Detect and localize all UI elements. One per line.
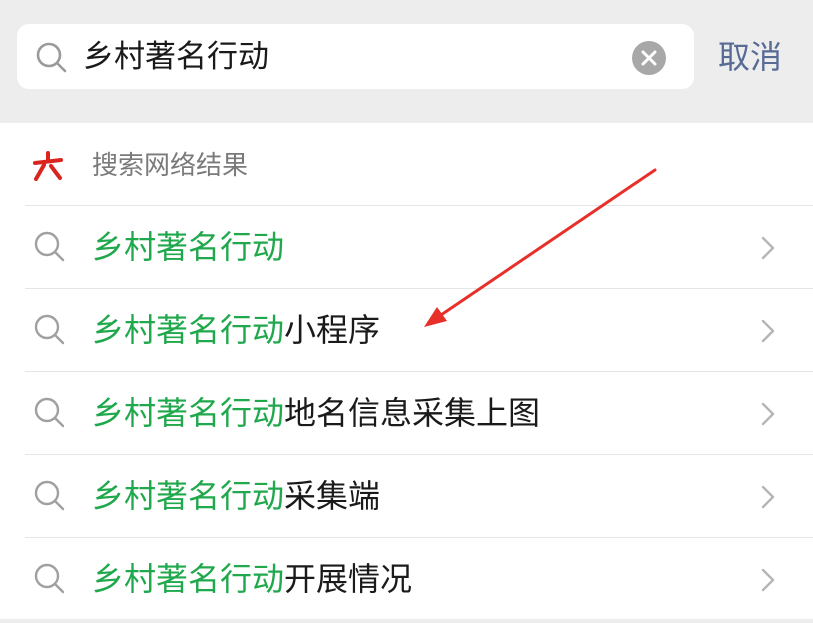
- result-highlight: 乡村著名行动: [92, 228, 285, 266]
- search-icon: [34, 397, 65, 428]
- search-input[interactable]: 乡村著名行动: [83, 31, 269, 83]
- result-text: 乡村著名行动地名信息采集上图: [92, 387, 540, 439]
- cancel-button[interactable]: 取消: [718, 31, 782, 83]
- bottom-strip: [0, 619, 813, 623]
- search-bar-area: 乡村著名行动 取消: [0, 0, 813, 123]
- result-rest: 采集端: [284, 477, 381, 515]
- result-item[interactable]: 乡村著名行动开展情况: [0, 538, 813, 620]
- result-item[interactable]: 乡村著名行动采集端: [0, 455, 813, 537]
- result-item[interactable]: 乡村著名行动: [0, 206, 813, 288]
- search-results: 搜索网络结果 乡村著名行动 乡村著名行动小程序 乡村著名行动地名信息采集上图 乡…: [0, 123, 813, 623]
- chevron-right-icon: [761, 485, 775, 509]
- brand-icon: [33, 151, 63, 181]
- chevron-right-icon: [761, 236, 775, 260]
- result-highlight: 乡村著名行动: [92, 560, 285, 598]
- search-icon: [34, 563, 65, 594]
- result-highlight: 乡村著名行动: [92, 477, 285, 515]
- section-title: 搜索网络结果: [92, 151, 249, 181]
- result-item[interactable]: 乡村著名行动小程序: [0, 289, 813, 371]
- result-rest: 小程序: [284, 311, 381, 349]
- result-text: 乡村著名行动采集端: [92, 470, 380, 522]
- section-header: 搜索网络结果: [0, 123, 813, 206]
- result-text: 乡村著名行动开展情况: [92, 553, 412, 605]
- chevron-right-icon: [761, 402, 775, 426]
- result-item[interactable]: 乡村著名行动地名信息采集上图: [0, 372, 813, 454]
- search-icon: [36, 42, 67, 73]
- chevron-right-icon: [761, 568, 775, 592]
- result-highlight: 乡村著名行动: [92, 394, 285, 432]
- search-icon: [34, 314, 65, 345]
- clear-icon[interactable]: [631, 40, 667, 76]
- search-icon: [34, 480, 65, 511]
- result-text: 乡村著名行动: [92, 221, 284, 273]
- search-icon: [34, 231, 65, 262]
- result-rest: 地名信息采集上图: [284, 394, 541, 432]
- result-highlight: 乡村著名行动: [92, 311, 285, 349]
- result-rest: 开展情况: [284, 560, 413, 598]
- chevron-right-icon: [761, 319, 775, 343]
- result-text: 乡村著名行动小程序: [92, 304, 380, 356]
